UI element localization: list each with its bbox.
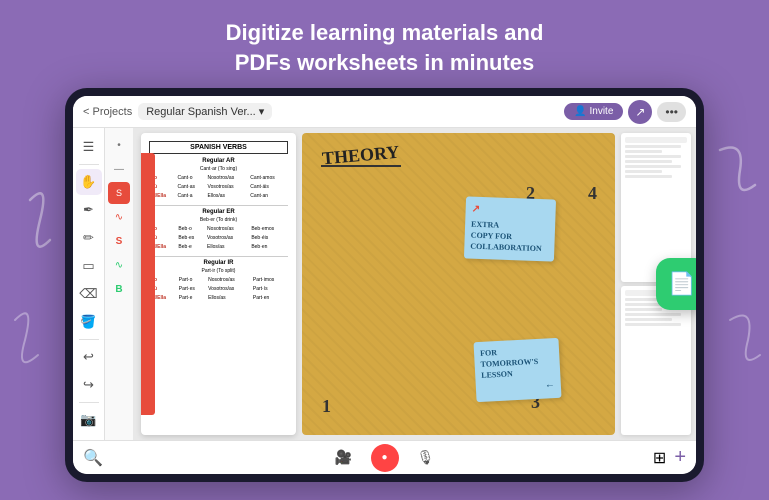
cork-texture bbox=[302, 133, 615, 435]
back-button[interactable]: < Projects bbox=[83, 106, 132, 118]
second-toolbar: • — S ∿ S ∿ B bbox=[105, 128, 133, 440]
eraser-tool[interactable]: ⌫ bbox=[76, 281, 102, 307]
pages-button[interactable]: ⊞ bbox=[653, 448, 666, 468]
table-row: YoBeb·o Nosotros/asBeb·emos bbox=[149, 225, 288, 234]
tomorrows-lesson-sticky: FOR TOMORROW'S LESSON ← bbox=[473, 338, 561, 402]
header-section: Digitize learning materials and PDFs wor… bbox=[0, 18, 769, 77]
pencil-tool[interactable]: ✏ bbox=[76, 225, 102, 251]
ir-heading: Regular IR bbox=[149, 260, 288, 266]
style1-btn[interactable]: • bbox=[108, 134, 130, 156]
invite-label: Invite bbox=[589, 106, 613, 117]
worksheet-title: SPANISH VERBS bbox=[149, 141, 288, 154]
mic-button[interactable]: 🎙 bbox=[413, 445, 439, 471]
zoom-icon: 🔍 bbox=[83, 450, 103, 467]
sheet-header bbox=[625, 137, 687, 143]
redo-tool[interactable]: ↪ bbox=[76, 372, 102, 398]
table-row: TúPart·es Vosotros/asPart·ís bbox=[149, 285, 288, 294]
video-icon: 🎥 bbox=[335, 449, 352, 466]
add-page-button[interactable]: + bbox=[674, 446, 686, 469]
left-toolbar: ☰ ✋ ✒ ✏ ▭ ⌫ 🪣 ↩ ↪ 📷 bbox=[73, 128, 105, 440]
worksheet-container: SPANISH VERBS Regular AR Cant·ar (To sin… bbox=[141, 133, 691, 435]
ar-heading: Regular AR bbox=[149, 158, 288, 164]
ir-table: YoPart·o Nosotros/asPart·imos TúPart·es … bbox=[149, 276, 288, 303]
divider bbox=[149, 205, 288, 206]
table-row: TúBeb·es Vosotros/asBeb·éis bbox=[149, 234, 288, 243]
ar-table: YoCant·o Nosotros/asCant·amos TúCant·as … bbox=[149, 174, 288, 201]
bottom-bar-right: ⊞ + bbox=[653, 446, 686, 469]
dots-icon: ••• bbox=[665, 105, 678, 119]
doc-name-dropdown[interactable]: Regular Spanish Ver... ▾ bbox=[138, 103, 272, 120]
divider3 bbox=[79, 402, 99, 403]
er-sub: Beb·er (To drink) bbox=[149, 217, 288, 223]
cork-board: THEORY 1 2 3 4 bbox=[302, 133, 615, 435]
canvas-area[interactable]: SPANISH VERBS Regular AR Cant·ar (To sin… bbox=[133, 128, 696, 440]
number-4-label: 4 bbox=[588, 183, 597, 204]
er-table: YoBeb·o Nosotros/asBeb·emos TúBeb·es Vos… bbox=[149, 225, 288, 252]
top-bar: < Projects Regular Spanish Ver... ▾ 👤 In… bbox=[73, 96, 696, 128]
collaboration-sticky: ↗ EXTRA COPY FOR COLLABORATION bbox=[464, 196, 556, 261]
document-icon: 📄 bbox=[668, 271, 695, 297]
record-icon: ● bbox=[381, 452, 387, 463]
person-icon: 👤 bbox=[574, 106, 586, 117]
table-row: Él/EllaCant·a Ellos/asCant·an bbox=[149, 192, 288, 201]
camera-tool[interactable]: 📷 bbox=[76, 407, 102, 433]
pen-tool[interactable]: ✒ bbox=[76, 197, 102, 223]
highlight-btn[interactable]: S bbox=[108, 182, 130, 204]
sticky-line3: COLLABORATION bbox=[470, 241, 548, 255]
header-line2: PDFs worksheets in minutes bbox=[0, 48, 769, 78]
table-row: YoPart·o Nosotros/asPart·imos bbox=[149, 276, 288, 285]
tablet-frame: < Projects Regular Spanish Ver... ▾ 👤 In… bbox=[65, 88, 704, 482]
main-worksheet: SPANISH VERBS Regular AR Cant·ar (To sin… bbox=[141, 133, 296, 435]
hand-tool[interactable]: ✋ bbox=[76, 169, 102, 195]
number-1-label: 1 bbox=[322, 396, 331, 417]
record-button[interactable]: ● bbox=[371, 444, 399, 472]
top-bar-right: 👤 Invite ↗ ••• bbox=[564, 100, 686, 124]
main-area: ☰ ✋ ✒ ✏ ▭ ⌫ 🪣 ↩ ↪ 📷 • — S ∿ S bbox=[73, 128, 696, 440]
table-row: Él/EllaBeb·e Ellos/asBeb·en bbox=[149, 243, 288, 252]
divider2 bbox=[79, 339, 99, 340]
shape-tool[interactable]: ▭ bbox=[76, 253, 102, 279]
fill-tool[interactable]: 🪣 bbox=[76, 309, 102, 335]
divider2 bbox=[149, 256, 288, 257]
share-icon: ↗ bbox=[635, 105, 645, 119]
mic-icon: 🎙 bbox=[417, 449, 435, 466]
ir-sub: Part·ir (To split) bbox=[149, 268, 288, 274]
ar-sub: Cant·ar (To sing) bbox=[149, 166, 288, 172]
undo-tool[interactable]: ↩ bbox=[76, 344, 102, 370]
style5-btn[interactable]: ∿ bbox=[108, 254, 130, 276]
back-label: < Projects bbox=[83, 106, 132, 118]
doc-name-label: Regular Spanish Ver... bbox=[146, 106, 255, 118]
table-row: YoCant·o Nosotros/asCant·amos bbox=[149, 174, 288, 183]
menu-tool[interactable]: ☰ bbox=[76, 134, 102, 160]
bottom-bar: 🔍 🎥 ● 🎙 ⊞ + bbox=[73, 440, 696, 474]
style2-btn[interactable]: — bbox=[108, 158, 130, 180]
style3-btn[interactable]: ∿ bbox=[108, 206, 130, 228]
table-row: Él/EllaPart·e Ellos/asPart·en bbox=[149, 294, 288, 303]
er-heading: Regular ER bbox=[149, 209, 288, 215]
share-button[interactable]: ↗ bbox=[628, 100, 652, 124]
header-line1: Digitize learning materials and bbox=[0, 18, 769, 48]
style6-btn[interactable]: B bbox=[108, 278, 130, 300]
fab-document-button[interactable]: 📄 bbox=[656, 258, 696, 310]
video-button[interactable]: 🎥 bbox=[331, 445, 357, 471]
invite-button[interactable]: 👤 Invite bbox=[564, 103, 623, 120]
table-row: TúCant·as Vosotros/asCant·áis bbox=[149, 183, 288, 192]
style4-btn[interactable]: S bbox=[108, 230, 130, 252]
more-options-button[interactable]: ••• bbox=[657, 102, 686, 122]
red-accent-bar bbox=[141, 153, 155, 415]
tablet-screen: < Projects Regular Spanish Ver... ▾ 👤 In… bbox=[73, 96, 696, 474]
chevron-down-icon: ▾ bbox=[259, 105, 265, 118]
zoom-button[interactable]: 🔍 bbox=[83, 448, 103, 468]
divider1 bbox=[79, 164, 99, 165]
